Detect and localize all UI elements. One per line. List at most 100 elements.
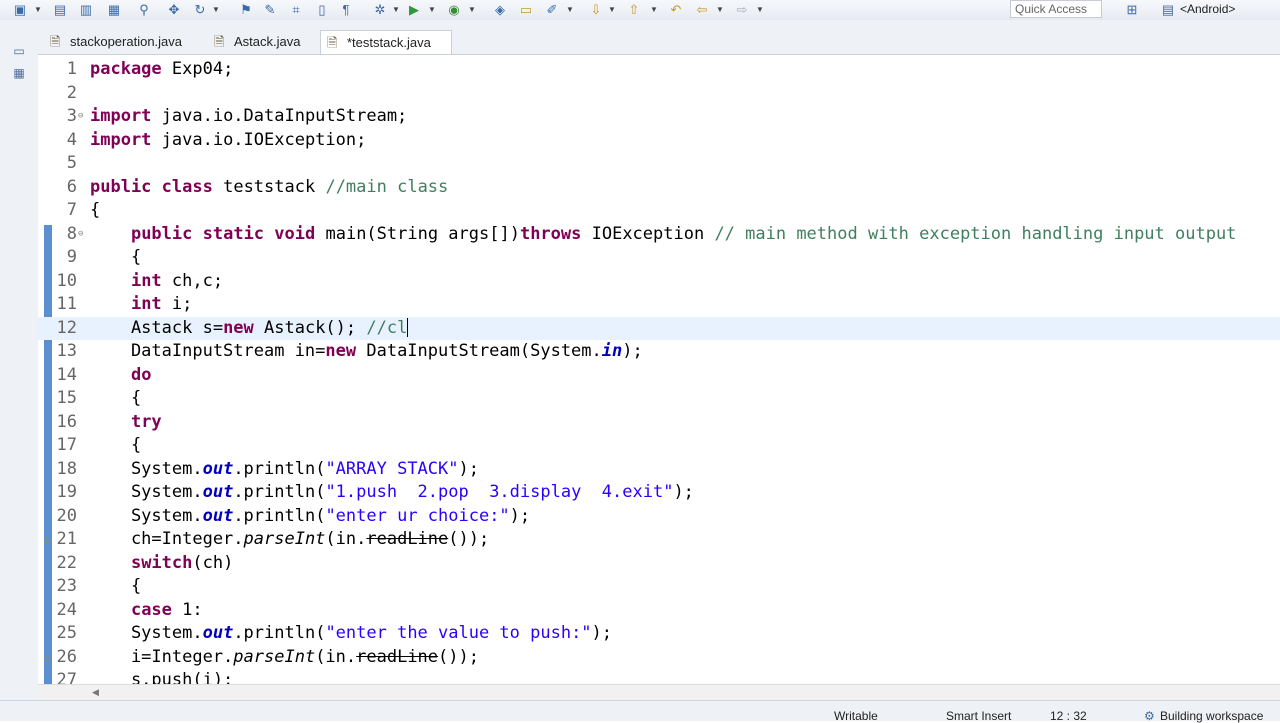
code-line[interactable]: 12 Astack s=new Astack(); //cl [38, 316, 1280, 341]
quick-access-input[interactable]: Quick Access [1010, 0, 1102, 18]
save-icon[interactable]: ▤ [52, 2, 68, 18]
last-edit-location-icon[interactable]: ↶ [668, 2, 684, 18]
refresh-dropdown-icon[interactable]: ▼ [212, 2, 220, 18]
word-wrap-icon[interactable]: ▯ [314, 2, 330, 18]
code-line[interactable]: 27 s.push(i); [38, 669, 1280, 685]
code-text[interactable]: import java.io.DataInputStream; [90, 105, 407, 129]
code-text[interactable]: { [90, 434, 141, 458]
code-line[interactable]: 16 try [38, 411, 1280, 435]
code-text[interactable]: { [90, 246, 141, 270]
horizontal-scrollbar[interactable]: ◀ [38, 684, 1280, 701]
code-line[interactable]: 25 System.out.println("enter the value t… [38, 622, 1280, 646]
restore-icon[interactable]: ▭ [12, 44, 26, 58]
new-dropdown-icon[interactable]: ▼ [34, 2, 42, 18]
android-perspective-icon[interactable]: ▤ [1160, 2, 1176, 18]
code-line[interactable]: 2 [38, 82, 1280, 106]
code-text[interactable]: System.out.println("enter ur choice:"); [90, 505, 530, 529]
code-text[interactable]: System.out.println("ARRAY STACK"); [90, 458, 479, 482]
code-line[interactable]: 18 System.out.println("ARRAY STACK"); [38, 458, 1280, 482]
next-annotation-icon[interactable]: ⇩ [588, 2, 604, 18]
code-line[interactable]: 15 { [38, 387, 1280, 411]
code-line[interactable]: 14 do [38, 364, 1280, 388]
code-line[interactable]: 6 public class teststack //main class [38, 176, 1280, 200]
code-text[interactable]: public class teststack //main class [90, 176, 448, 200]
debug-dropdown-icon[interactable]: ▼ [392, 2, 400, 18]
code-line[interactable]: 3 ⊖ import java.io.DataInputStream; [38, 105, 1280, 129]
toggle-breakpoint-icon[interactable]: ✥ [166, 2, 182, 18]
back-dropdown-icon[interactable]: ▼ [716, 2, 724, 18]
code-line[interactable]: 10 int ch,c; [38, 270, 1280, 294]
code-line[interactable]: 24 case 1: [38, 599, 1280, 623]
code-text[interactable]: { [90, 387, 141, 411]
code-line[interactable]: 13 DataInputStream in=new DataInputStrea… [38, 340, 1280, 364]
open-perspective-icon[interactable]: ⊞ [1124, 2, 1140, 18]
code-editor[interactable]: 1 package Exp04; 2 3 ⊖ import java.io.DataInp… [38, 55, 1280, 685]
run-icon[interactable]: ▶ [406, 2, 422, 18]
fold-toggle-icon[interactable]: ⊖ [78, 223, 83, 247]
code-text[interactable]: i=Integer.parseInt(in.readLine()); [90, 646, 479, 670]
previous-annotation-icon[interactable]: ⇧ [626, 2, 642, 18]
coverage-dropdown-icon[interactable]: ▼ [468, 2, 476, 18]
open-type-icon[interactable]: ◈ [492, 2, 508, 18]
code-text[interactable]: package Exp04; [90, 58, 233, 82]
code-text[interactable]: import java.io.IOException; [90, 129, 366, 153]
progress-icon[interactable]: ⚙ [1144, 709, 1155, 723]
perspective-label[interactable]: <Android> [1180, 0, 1235, 18]
code-text[interactable]: int i; [90, 293, 192, 317]
previous-annotation-dropdown-icon[interactable]: ▼ [650, 2, 658, 18]
forward-icon[interactable]: ⇨ [734, 2, 750, 18]
code-text[interactable]: System.out.println("1.push 2.pop 3.displ… [90, 481, 694, 505]
code-text[interactable]: try [90, 411, 162, 435]
code-line[interactable]: 26 ⚠ i=Integer.parseInt(in.readLine()); [38, 646, 1280, 670]
code-text[interactable]: DataInputStream in=new DataInputStream(S… [90, 340, 643, 364]
run-dropdown-icon[interactable]: ▼ [428, 2, 436, 18]
code-text[interactable]: do [90, 364, 151, 388]
code-text[interactable]: s.push(i); [90, 669, 233, 685]
refresh-icon[interactable]: ↻ [192, 2, 208, 18]
warning-icon[interactable]: ⚠ [44, 528, 51, 552]
code-line[interactable]: 9 { [38, 246, 1280, 270]
code-text[interactable]: Astack s=new Astack(); //cl [90, 317, 409, 341]
code-text[interactable]: case 1: [90, 599, 203, 623]
code-text[interactable]: System.out.println("enter the value to p… [90, 622, 612, 646]
tab-stackoperation[interactable]: 🗎 stackoperation.java [44, 30, 202, 54]
code-line[interactable]: 21 ⚠ ch=Integer.parseInt(in.readLine()); [38, 528, 1280, 552]
debug-icon[interactable]: ✲ [372, 2, 388, 18]
block-selection-icon[interactable]: ⌗ [288, 2, 304, 18]
pin-icon[interactable]: ⚑ [238, 2, 254, 18]
code-text[interactable]: switch(ch) [90, 552, 233, 576]
save-all-icon[interactable]: ▥ [78, 2, 94, 18]
coverage-icon[interactable]: ◉ [446, 2, 462, 18]
code-text[interactable]: { [90, 575, 141, 599]
forward-dropdown-icon[interactable]: ▼ [756, 2, 764, 18]
new-icon[interactable]: ▣ [12, 2, 28, 18]
code-line[interactable]: 22 switch(ch) [38, 552, 1280, 576]
code-line[interactable]: 5 [38, 152, 1280, 176]
code-line[interactable]: 4 import java.io.IOException; [38, 129, 1280, 153]
open-folder-icon[interactable]: ▭ [518, 2, 534, 18]
code-line[interactable]: 1 package Exp04; [38, 58, 1280, 82]
scroll-left-icon[interactable]: ◀ [92, 687, 99, 698]
progress-status[interactable]: Building workspace [1160, 709, 1263, 723]
next-annotation-dropdown-icon[interactable]: ▼ [608, 2, 616, 18]
code-text[interactable]: int ch,c; [90, 270, 223, 294]
mark-occurrences-icon[interactable]: ✎ [262, 2, 278, 18]
task-dropdown-icon[interactable]: ▼ [566, 2, 574, 18]
fold-toggle-icon[interactable]: ⊖ [78, 105, 83, 129]
search-icon[interactable]: ⚲ [136, 2, 152, 18]
tab-teststack[interactable]: 🗎 *teststack.java ✕ [320, 30, 452, 74]
open-task-icon[interactable]: ✐ [544, 2, 560, 18]
tab-astack[interactable]: 🗎 Astack.java [208, 30, 316, 54]
package-explorer-icon[interactable]: ▦ [12, 66, 26, 80]
code-line[interactable]: 8 ⊖ public static void main(String args[]… [38, 223, 1280, 247]
code-text[interactable]: { [90, 199, 100, 223]
back-icon[interactable]: ⇦ [694, 2, 710, 18]
code-line[interactable]: 7{ [38, 199, 1280, 223]
code-text[interactable]: public static void main(String args[])th… [90, 223, 1236, 247]
print-icon[interactable]: ▦ [106, 2, 122, 18]
warning-icon[interactable]: ⚠ [44, 646, 51, 670]
code-line[interactable]: 17 { [38, 434, 1280, 458]
code-text[interactable]: ch=Integer.parseInt(in.readLine()); [90, 528, 489, 552]
code-line[interactable]: 23 { [38, 575, 1280, 599]
code-line[interactable]: 20 System.out.println("enter ur choice:"… [38, 505, 1280, 529]
